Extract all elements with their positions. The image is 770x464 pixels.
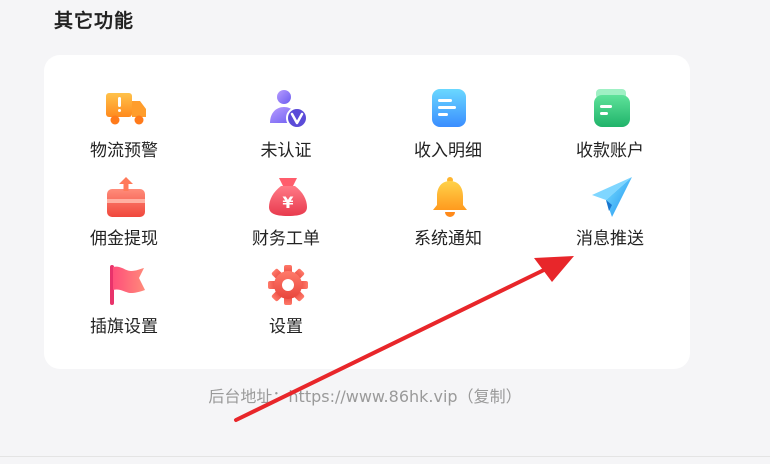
money-bag-icon: ¥: [266, 175, 310, 219]
feature-label: 未认证: [260, 141, 312, 161]
backend-address: 后台地址：https://www.86hk.vip（复制）: [0, 383, 730, 407]
feature-system-notice[interactable]: 系统通知: [388, 175, 508, 255]
feature-label: 物流预警: [90, 141, 158, 161]
income-detail-icon: [428, 87, 472, 131]
feature-logistics-warning[interactable]: 物流预警: [64, 87, 184, 167]
commission-withdraw-icon: [104, 175, 148, 219]
feature-finance-ticket[interactable]: ¥ 财务工单: [226, 175, 346, 255]
feature-grid-card: 物流预警 未认证 收入明细 收款账户 佣金提现 ¥ 财务工单 系统通知 消息推送…: [44, 55, 690, 369]
feature-label: 佣金提现: [90, 229, 158, 249]
feature-label: 消息推送: [576, 229, 644, 249]
feature-label: 设置: [269, 317, 303, 337]
feature-payment-account[interactable]: 收款账户: [550, 87, 670, 167]
paper-plane-icon: [590, 175, 634, 219]
feature-flag-settings[interactable]: 插旗设置: [64, 263, 184, 343]
feature-unverified[interactable]: 未认证: [226, 87, 346, 167]
truck-warning-icon: [104, 87, 148, 131]
feature-label: 插旗设置: [90, 317, 158, 337]
feature-label: 财务工单: [252, 229, 320, 249]
feature-settings[interactable]: 设置: [226, 263, 346, 343]
divider: [0, 456, 770, 457]
feature-label: 收款账户: [576, 141, 644, 161]
feature-income-detail[interactable]: 收入明细: [388, 87, 508, 167]
backend-address-text: 后台地址：https://www.86hk.vip: [208, 387, 458, 406]
feature-label: 系统通知: [414, 229, 482, 249]
wallet-account-icon: [590, 87, 634, 131]
copy-address-button[interactable]: （复制）: [458, 387, 522, 406]
section-title: 其它功能: [54, 10, 135, 32]
feature-message-push[interactable]: 消息推送: [550, 175, 670, 255]
feature-commission-withdraw[interactable]: 佣金提现: [64, 175, 184, 255]
user-unverified-icon: [266, 87, 310, 131]
flag-icon: [104, 263, 148, 307]
feature-label: 收入明细: [414, 141, 482, 161]
svg-text:¥: ¥: [282, 193, 293, 212]
bell-icon: [428, 175, 472, 219]
gear-icon: [266, 263, 310, 307]
